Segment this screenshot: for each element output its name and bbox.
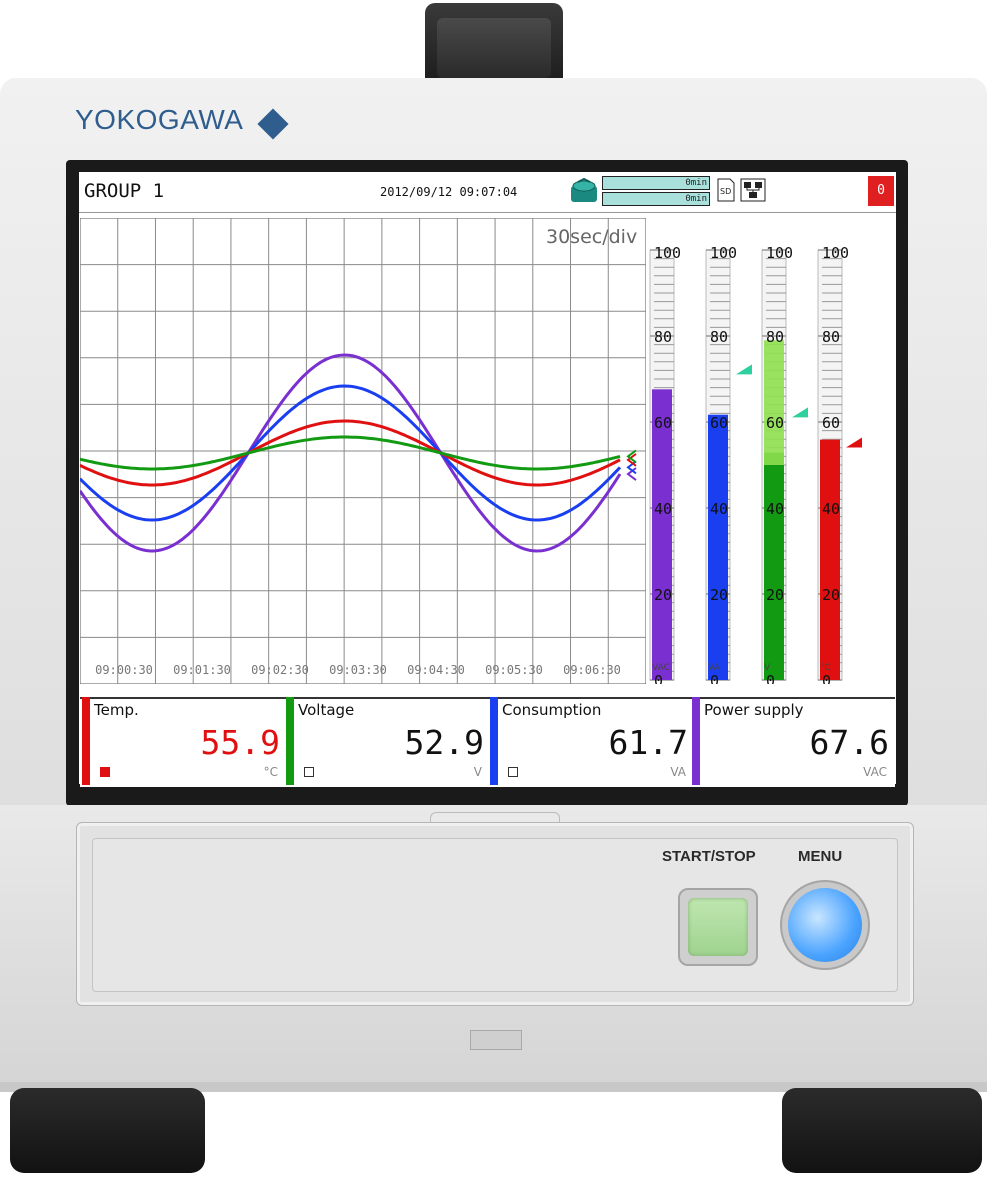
memory-bar-2: 0min xyxy=(602,192,710,206)
bargraph-scale-label: 0 xyxy=(766,672,775,684)
channel-power-supply-cell[interactable]: Power supply 67.6 VAC xyxy=(692,697,895,785)
bargraph-scale-label: 20 xyxy=(822,586,840,604)
time-axis-label: 09:06:30 xyxy=(563,663,621,677)
bargraph-power-supply xyxy=(652,389,672,680)
channel-color-stripe xyxy=(82,697,90,785)
bargraph-scale-label: 40 xyxy=(822,500,840,518)
menu-button[interactable] xyxy=(788,888,862,962)
right-foot xyxy=(782,1088,982,1173)
alarm-marker-icon xyxy=(846,437,862,448)
bargraph-scale-label: 100 xyxy=(766,244,793,262)
channel-value: 67.6 xyxy=(809,723,889,762)
bargraph-unit-label: VAC xyxy=(652,663,670,673)
alarm-indicator: 0 xyxy=(868,176,894,206)
external-media-icon xyxy=(571,178,597,202)
time-axis-label: 09:00:30 xyxy=(95,663,153,677)
channel-value: 52.9 xyxy=(404,723,484,762)
bargraph-scale-label: 20 xyxy=(710,586,728,604)
time-axis-label: 09:05:30 xyxy=(485,663,543,677)
channel-unit: VA xyxy=(670,765,686,779)
svg-text:SD: SD xyxy=(720,187,731,196)
sd-card-icon: SD xyxy=(717,178,735,202)
bargraph-scale-label: 40 xyxy=(654,500,672,518)
time-axis-label: 09:04:30 xyxy=(407,663,465,677)
bargraph-voltage xyxy=(764,452,784,680)
channel-color-stripe xyxy=(692,697,700,785)
bargraph-scale-label: 60 xyxy=(654,414,672,432)
trend-chart: 09:00:30 09:01:30 09:02:30 09:03:30 09:04:30… xyxy=(80,218,646,684)
timebase-label: 30sec/div xyxy=(546,226,638,248)
bargraph-unit-label: °C xyxy=(820,663,831,673)
bargraph-scale-label: 60 xyxy=(766,414,784,432)
bargraph-scale-label: 80 xyxy=(710,328,728,346)
channel-voltage-cell[interactable]: Voltage 52.9 V xyxy=(286,697,490,785)
usb-slot xyxy=(470,1030,522,1050)
bargraph-temp xyxy=(820,439,840,680)
bargraph-scale-label: 20 xyxy=(766,586,784,604)
bargraph-scale-label: 40 xyxy=(710,500,728,518)
left-foot xyxy=(10,1088,205,1173)
bargraph-voltage-upper xyxy=(764,340,784,465)
channel-value: 55.9 xyxy=(200,723,280,762)
channel-unit: VAC xyxy=(863,765,887,779)
channel-name: Voltage xyxy=(298,701,355,719)
start-stop-button-face[interactable] xyxy=(688,898,748,956)
alarm-marker-icon xyxy=(792,407,808,418)
alarm-marker-icon xyxy=(736,364,752,375)
memory-bar-1: 0min xyxy=(602,176,710,190)
channel-consumption-cell[interactable]: Consumption 61.7 VA xyxy=(490,697,694,785)
channel-unit: °C xyxy=(263,765,278,779)
bargraph-panel: 100806040200VAC100806040200VA10080604020… xyxy=(649,244,862,684)
carry-handle-grip xyxy=(437,18,551,78)
alarm-status-box xyxy=(508,767,518,777)
channel-name: Power supply xyxy=(704,701,804,719)
channel-name: Consumption xyxy=(502,701,602,719)
bargraph-consumption xyxy=(708,414,728,680)
time-axis-label: 09:02:30 xyxy=(251,663,309,677)
menu-label: MENU xyxy=(798,848,843,865)
bargraph-scale-label: 20 xyxy=(654,586,672,604)
bargraph-scale-label: 80 xyxy=(654,328,672,346)
channel-name: Temp. xyxy=(94,701,139,719)
bargraph-unit-label: VA xyxy=(708,663,721,673)
channel-value: 61.7 xyxy=(608,723,688,762)
channel-unit: V xyxy=(473,765,482,779)
bargraph-scale-label: 0 xyxy=(710,672,719,684)
channel-temp-cell[interactable]: Temp. 55.9 °C xyxy=(82,697,286,785)
network-icon xyxy=(740,178,766,202)
group-title[interactable]: GROUP 1 xyxy=(84,180,164,202)
bargraph-scale-label: 60 xyxy=(822,414,840,432)
brand-logo-text: YOKOGAWA xyxy=(75,104,244,135)
alarm-status-box xyxy=(304,767,314,777)
front-panel-inner xyxy=(92,838,898,992)
bargraph-scale-label: 40 xyxy=(766,500,784,518)
start-stop-label: START/STOP xyxy=(662,848,756,865)
bargraph-unit-label: V xyxy=(764,663,771,673)
bargraph-scale-label: 100 xyxy=(654,244,681,262)
alarm-status-box xyxy=(100,767,110,777)
time-axis-label: 09:03:30 xyxy=(329,663,387,677)
bargraph-scale-label: 0 xyxy=(654,672,663,684)
bargraph-scale-label: 80 xyxy=(822,328,840,346)
bargraph-scale-label: 0 xyxy=(822,672,831,684)
bargraph-scale-label: 80 xyxy=(766,328,784,346)
channel-color-stripe xyxy=(286,697,294,785)
channel-color-stripe xyxy=(490,697,498,785)
time-axis-label: 09:01:30 xyxy=(173,663,231,677)
bargraph-scale-label: 100 xyxy=(710,244,737,262)
datetime-display: 2012/09/12 09:07:04 xyxy=(380,185,518,199)
bargraph-scale-label: 60 xyxy=(710,414,728,432)
bargraph-scale-label: 100 xyxy=(822,244,849,262)
